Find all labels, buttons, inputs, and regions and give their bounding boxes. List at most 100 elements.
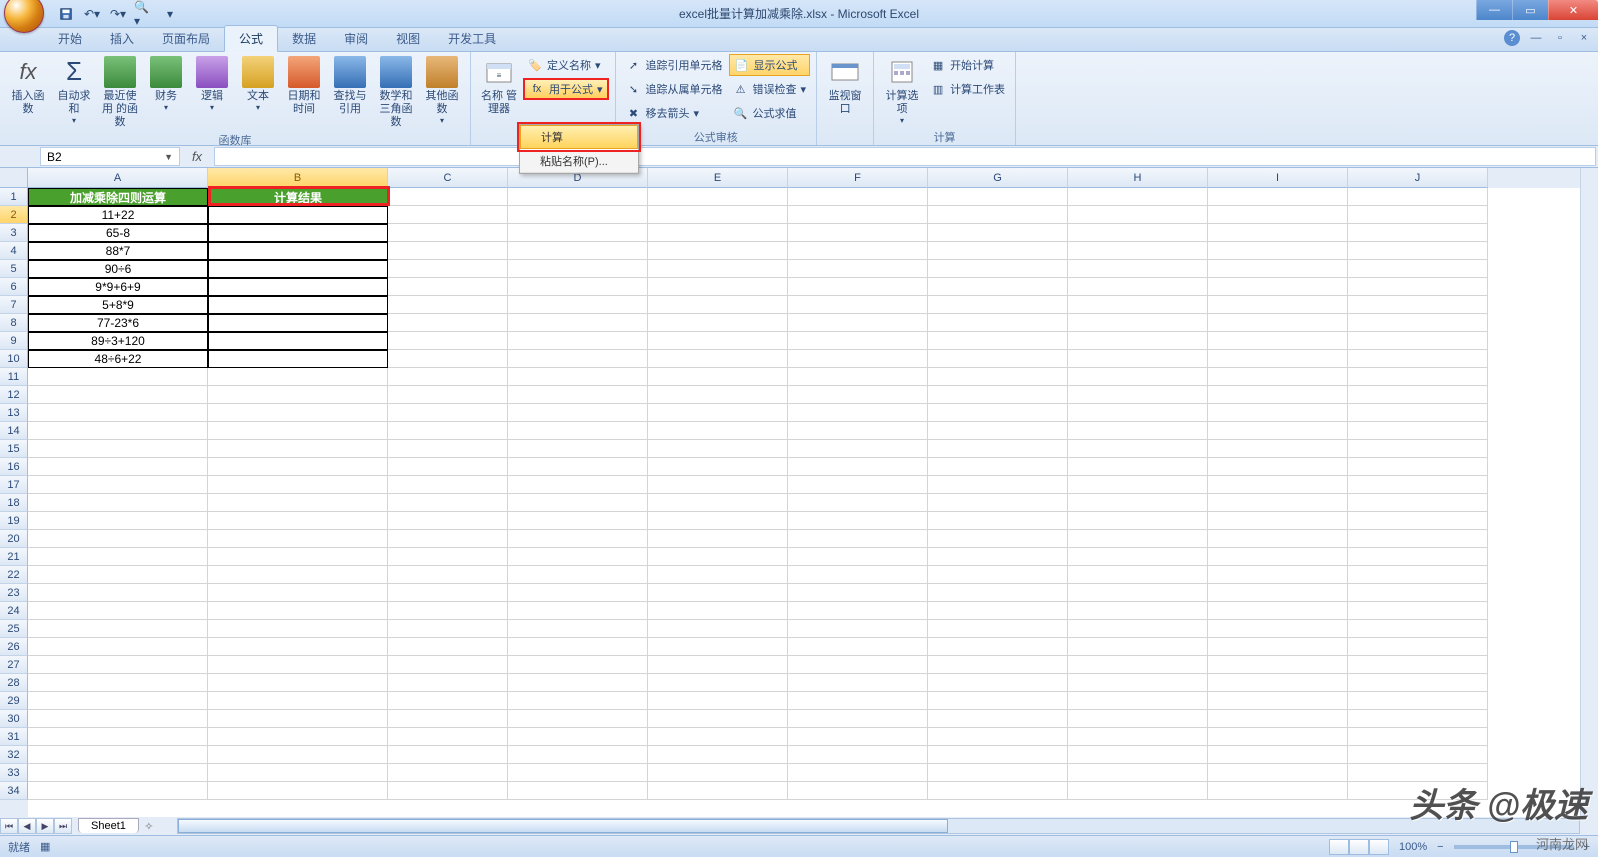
cell[interactable] [788,296,928,314]
cell[interactable] [788,728,928,746]
cell[interactable] [648,692,788,710]
cell[interactable] [788,584,928,602]
cell[interactable] [1068,638,1208,656]
cell[interactable] [928,278,1068,296]
cell[interactable] [1068,314,1208,332]
datetime-button[interactable]: 日期和 时间 [282,54,326,118]
cell[interactable] [1348,260,1488,278]
cell[interactable] [1068,422,1208,440]
cell[interactable] [1208,296,1348,314]
cell[interactable] [788,458,928,476]
define-name-button[interactable]: 🏷️定义名称 ▾ [523,54,609,76]
cell[interactable] [208,242,388,260]
cell[interactable] [928,350,1068,368]
cell[interactable] [508,530,648,548]
qat-more-icon[interactable]: ▾ [160,4,180,24]
cell[interactable] [788,422,928,440]
cell[interactable] [1068,386,1208,404]
cell[interactable] [388,224,508,242]
cell[interactable] [648,332,788,350]
prev-sheet-button[interactable]: ◀ [18,818,36,834]
cell[interactable] [1068,458,1208,476]
cell[interactable] [928,746,1068,764]
zoom-out-button[interactable]: − [1437,841,1443,853]
cell[interactable] [208,458,388,476]
row-header[interactable]: 27 [0,656,28,674]
cell[interactable] [1208,656,1348,674]
next-sheet-button[interactable]: ▶ [36,818,54,834]
cell[interactable] [208,422,388,440]
cell[interactable] [648,566,788,584]
cell[interactable] [928,584,1068,602]
cell[interactable] [1348,728,1488,746]
cell[interactable] [28,620,208,638]
cell[interactable] [1068,782,1208,800]
cell[interactable] [788,674,928,692]
cell[interactable] [508,746,648,764]
column-header[interactable]: C [388,168,508,188]
cell[interactable] [388,206,508,224]
cell[interactable] [508,584,648,602]
cell[interactable] [928,566,1068,584]
cell[interactable] [648,404,788,422]
cell[interactable] [28,530,208,548]
cell[interactable] [1208,602,1348,620]
cell[interactable] [648,350,788,368]
cell[interactable] [208,332,388,350]
cell[interactable] [508,638,648,656]
cell[interactable] [928,620,1068,638]
cell[interactable] [928,656,1068,674]
cell[interactable] [28,710,208,728]
cell[interactable] [788,548,928,566]
cell[interactable] [388,746,508,764]
cell[interactable] [928,296,1068,314]
cell[interactable] [788,710,928,728]
row-header[interactable]: 26 [0,638,28,656]
cell[interactable] [788,332,928,350]
cell[interactable] [928,602,1068,620]
cell[interactable] [388,548,508,566]
row-header[interactable]: 34 [0,782,28,800]
cell[interactable] [1208,476,1348,494]
close-doc-icon[interactable]: × [1576,30,1592,46]
cell[interactable]: 11+22 [28,206,208,224]
cell[interactable] [388,602,508,620]
cell[interactable] [648,296,788,314]
cell[interactable] [508,602,648,620]
select-all-corner[interactable] [0,168,28,188]
row-header[interactable]: 31 [0,728,28,746]
cell[interactable] [1208,512,1348,530]
row-header[interactable]: 8 [0,314,28,332]
cell[interactable] [788,602,928,620]
cell[interactable] [648,512,788,530]
cell[interactable] [28,656,208,674]
row-header[interactable]: 22 [0,566,28,584]
cell[interactable] [1208,224,1348,242]
cell[interactable] [648,278,788,296]
sheet-tab[interactable]: Sheet1 [78,818,139,833]
row-header[interactable]: 25 [0,620,28,638]
cells[interactable]: 加减乘除四则运算计算结果11+2265-888*790÷69*9+6+95+8*… [28,188,1580,800]
cell[interactable] [388,476,508,494]
cell[interactable] [788,656,928,674]
cell[interactable] [208,224,388,242]
cell[interactable] [648,746,788,764]
cell[interactable] [648,494,788,512]
cell[interactable] [208,494,388,512]
cell[interactable] [928,782,1068,800]
cell[interactable] [1068,278,1208,296]
macro-icon[interactable]: ▦ [40,840,50,853]
minimize-button[interactable]: — [1476,0,1512,20]
cell[interactable] [1068,692,1208,710]
cell[interactable] [388,638,508,656]
cell[interactable] [788,224,928,242]
cell[interactable] [388,404,508,422]
cell[interactable] [1208,620,1348,638]
cell[interactable] [388,584,508,602]
cell[interactable] [1208,260,1348,278]
cell[interactable] [208,674,388,692]
cell[interactable] [648,728,788,746]
cell[interactable] [1348,548,1488,566]
cell[interactable] [28,602,208,620]
error-checking-button[interactable]: ⚠错误检查 ▾ [729,78,811,100]
